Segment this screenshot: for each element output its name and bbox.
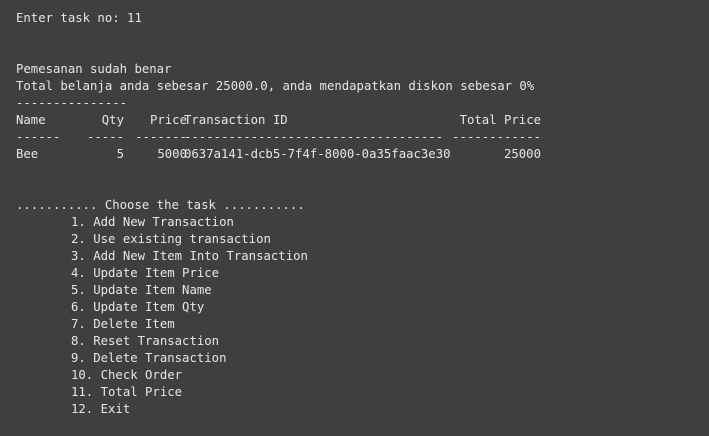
total-message: Total belanja anda sebesar 25000.0, anda… — [16, 79, 535, 93]
menu-item-use-existing-transaction: 2. Use existing transaction — [71, 232, 271, 246]
menu-item-reset-transaction: 8. Reset Transaction — [71, 334, 220, 348]
task-prompt-line: Enter task no: 11 — [16, 11, 142, 25]
header-total-price: Total Price — [459, 113, 541, 127]
table-row: Bee 5 5000 0637a141-dcb5-7f4f-8000-0a35f… — [16, 146, 709, 163]
cell-name: Bee — [16, 147, 39, 161]
cell-transaction-id: 0637a141-dcb5-7f4f-8000-0a35faac3e30 — [184, 147, 451, 161]
underline-total-price: ------------ — [452, 130, 541, 144]
menu-item-update-item-qty: 6. Update Item Qty — [71, 300, 205, 314]
cell-price: 5000 — [157, 147, 187, 161]
menu-item-add-new-transaction: 1. Add New Transaction — [71, 215, 234, 229]
underline-qty: ----- — [86, 130, 124, 144]
menu-item-update-item-price: 4. Update Item Price — [71, 266, 220, 280]
header-name: Name — [16, 113, 46, 127]
menu-item-delete-item: 7. Delete Item — [71, 317, 175, 331]
header-price: Price — [149, 113, 187, 127]
cell-total-price: 25000 — [503, 147, 541, 161]
menu-item-add-item-into-transaction: 3. Add New Item Into Transaction — [71, 249, 308, 263]
terminal-output: Enter task no: 11 Pemesanan sudah benar … — [0, 0, 709, 436]
menu-item-update-item-name: 5. Update Item Name — [71, 283, 212, 297]
menu-title: ........... Choose the task ........... — [16, 198, 305, 212]
underline-price: ------- — [135, 130, 187, 144]
menu-item-check-order: 10. Check Order — [71, 368, 183, 382]
confirmation-message: Pemesanan sudah benar — [16, 62, 172, 76]
underline-transaction-id: ----------------------------------- — [184, 130, 444, 144]
header-transaction-id: Transaction ID — [184, 113, 288, 127]
menu-item-delete-transaction: 9. Delete Transaction — [71, 351, 227, 365]
header-qty: Qty — [101, 113, 124, 127]
menu-item-exit: 12. Exit — [71, 402, 131, 416]
underline-name: ------ — [16, 130, 61, 144]
table-underline-row: ------ ----- ------- -------------------… — [16, 129, 709, 146]
table-header-row: Name Qty Price Transaction ID Total Pric… — [16, 112, 709, 129]
menu-item-total-price: 11. Total Price — [71, 385, 183, 399]
separator-line: --------------- — [16, 96, 128, 110]
cell-qty: 5 — [116, 147, 124, 161]
